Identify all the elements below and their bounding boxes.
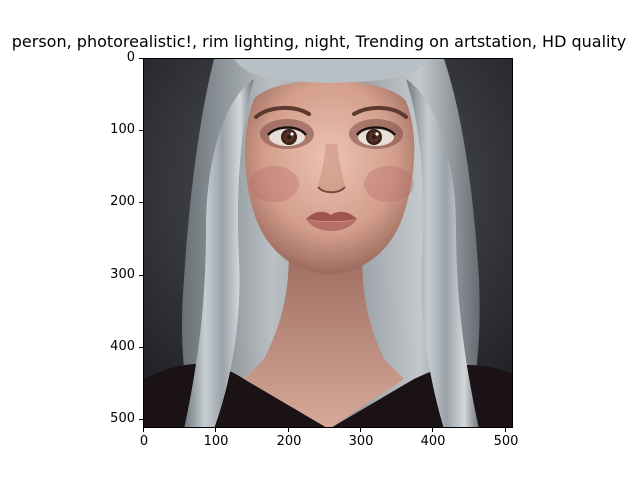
left-eye-glint <box>290 132 294 136</box>
left-cheek <box>249 166 299 202</box>
matplotlib-figure: person, photorealistic!, rim lighting, n… <box>0 0 640 480</box>
y-tick-label: 100 <box>110 122 135 137</box>
x-tick-label: 0 <box>139 434 149 449</box>
x-tick-label: 500 <box>493 434 519 449</box>
x-tick-mark <box>505 428 506 432</box>
x-tick-label: 100 <box>203 434 229 449</box>
image-axes <box>143 58 513 428</box>
y-tick-label: 200 <box>110 194 135 209</box>
x-tick-mark <box>143 428 144 432</box>
y-tick-label: 300 <box>110 267 135 282</box>
x-tick-mark <box>288 428 289 432</box>
figure-title: person, photorealistic!, rim lighting, n… <box>0 31 640 53</box>
y-tick-label: 500 <box>110 411 135 426</box>
x-tick-label: 400 <box>420 434 446 449</box>
right-cheek <box>364 166 414 202</box>
y-tick-label: 0 <box>126 50 135 65</box>
y-tick-label: 400 <box>110 339 135 354</box>
x-tick-label: 200 <box>276 434 302 449</box>
x-tick-label: 300 <box>348 434 374 449</box>
x-tick-mark <box>360 428 361 432</box>
portrait-image <box>144 59 512 427</box>
right-iris <box>366 129 382 145</box>
left-iris <box>281 129 297 145</box>
figure-title-text: person, photorealistic!, rim lighting, n… <box>11 32 627 51</box>
x-tick-mark <box>432 428 433 432</box>
right-eye-glint <box>375 132 379 136</box>
x-tick-mark <box>215 428 216 432</box>
